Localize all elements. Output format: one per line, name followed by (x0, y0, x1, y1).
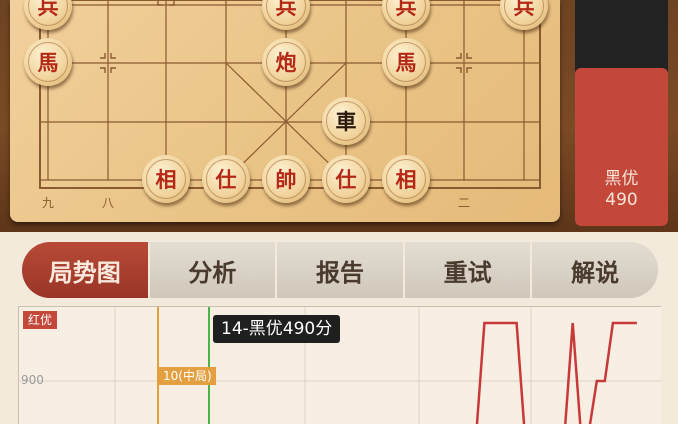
tab-report[interactable]: 报告 (275, 242, 403, 298)
y-tick-900: 900 (21, 373, 44, 387)
evaluation-bar: 黑优 490 (575, 0, 668, 226)
piece-char: 仕 (206, 159, 246, 199)
midgame-marker: 10(中局) (159, 367, 216, 385)
evaluation-score: 490 (605, 190, 638, 210)
file-label-8: 八 (102, 196, 114, 210)
file-label-2: 二 (458, 196, 470, 210)
situation-chart[interactable]: 红优 900 10(中局) 14-黑优490分 (18, 306, 661, 424)
piece-red-elephant[interactable]: 相 (142, 155, 190, 203)
tab-analysis[interactable]: 分析 (147, 242, 276, 298)
file-label-9: 九 (42, 196, 54, 210)
piece-char: 馬 (386, 42, 426, 82)
piece-red-advisor[interactable]: 仕 (322, 155, 370, 203)
piece-char: 馬 (28, 42, 68, 82)
red-advantage-label: 红优 (23, 311, 58, 329)
piece-red-general[interactable]: 帥 (262, 155, 310, 203)
piece-char: 炮 (266, 42, 306, 82)
piece-char: 兵 (504, 0, 544, 26)
piece-black-chariot[interactable]: 車 (322, 97, 370, 145)
evaluation-series (475, 321, 637, 424)
piece-char: 帥 (266, 159, 306, 199)
piece-char: 兵 (266, 0, 306, 26)
tab-bar: 局势图 分析 报告 重试 解说 (22, 242, 658, 298)
analysis-panel: 局势图 分析 报告 重试 解说 红优 900 10(中局) 14-黑优490分 (0, 232, 678, 424)
game-screen: 九 八 二 兵 兵 兵 兵 馬 炮 馬 車 相 仕 帥 仕 相 黑优 490 局… (0, 0, 678, 424)
evaluation-leader: 黑优 (604, 169, 639, 189)
chart-tooltip: 14-黑优490分 (213, 315, 341, 343)
piece-red-advisor[interactable]: 仕 (202, 155, 250, 203)
piece-char: 相 (146, 159, 186, 199)
piece-char: 相 (386, 159, 426, 199)
piece-char: 兵 (28, 0, 68, 26)
piece-red-elephant[interactable]: 相 (382, 155, 430, 203)
piece-char: 仕 (326, 159, 366, 199)
piece-char: 車 (326, 101, 366, 141)
piece-red-horse[interactable]: 馬 (382, 38, 430, 86)
tab-retry[interactable]: 重试 (402, 242, 531, 298)
piece-red-cannon[interactable]: 炮 (262, 38, 310, 86)
tab-commentary[interactable]: 解说 (530, 242, 658, 298)
piece-char: 兵 (386, 0, 426, 26)
piece-red-horse[interactable]: 馬 (24, 38, 72, 86)
board-area: 九 八 二 兵 兵 兵 兵 馬 炮 馬 車 相 仕 帥 仕 相 黑优 490 (0, 0, 678, 232)
tab-situation-chart[interactable]: 局势图 (22, 242, 148, 298)
